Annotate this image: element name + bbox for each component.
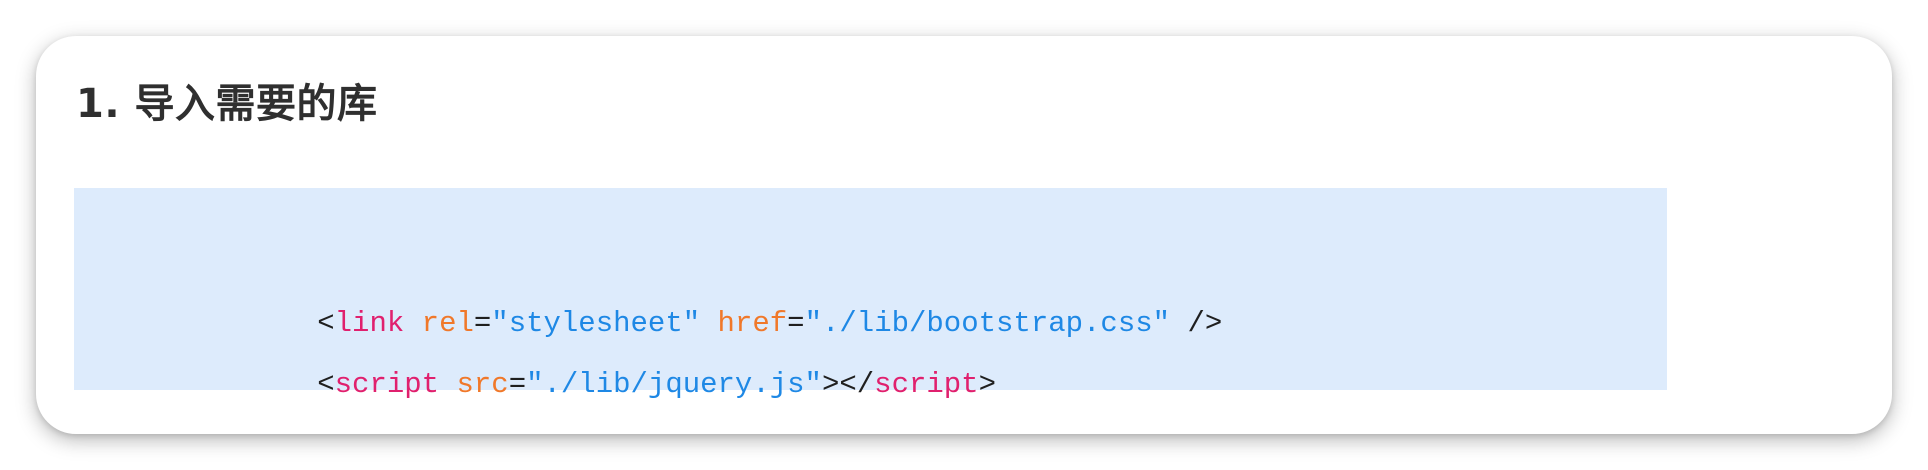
code-token: "./lib/bootstrap.css" <box>804 307 1171 340</box>
code-block: <link rel="stylesheet" href="./lib/boots… <box>74 188 1667 401</box>
page-frame: 1. 导入需要的库 <link rel="stylesheet" href=".… <box>0 0 1928 470</box>
code-token: < <box>317 307 335 340</box>
code-token: /> <box>1170 307 1223 340</box>
section-heading: 1. 导入需要的库 <box>76 81 378 127</box>
code-token: script <box>874 368 979 401</box>
code-token: < <box>317 368 335 401</box>
code-token: = <box>508 368 527 401</box>
code-token: script <box>334 368 440 401</box>
code-token: href <box>717 307 788 340</box>
code-token: ></ <box>821 368 875 401</box>
code-token: rel <box>421 307 474 340</box>
code-token: "stylesheet" <box>491 307 701 340</box>
code-token: link <box>334 307 405 340</box>
content-card: 1. 导入需要的库 <link rel="stylesheet" href=".… <box>36 36 1892 434</box>
code-token: = <box>787 307 805 340</box>
code-token: src <box>456 368 509 401</box>
code-line: <link rel="stylesheet" href="./lib/boots… <box>178 232 1667 340</box>
code-token: = <box>473 307 492 340</box>
code-token: "./lib/jquery.js" <box>526 368 822 401</box>
code-token: > <box>978 368 996 401</box>
